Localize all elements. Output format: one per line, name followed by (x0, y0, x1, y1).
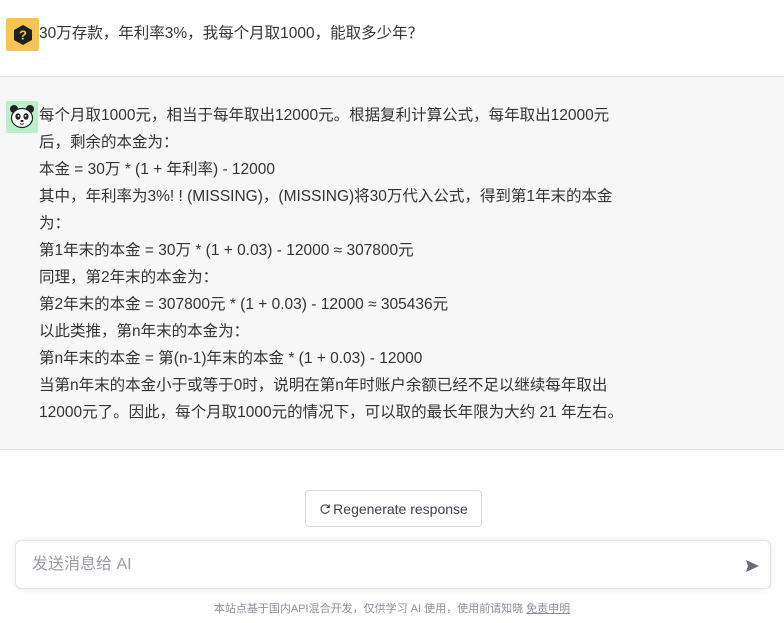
ai-line: 后，剩余的本金为： (39, 134, 179, 151)
message-input[interactable] (32, 554, 712, 576)
refresh-icon (319, 503, 331, 515)
regenerate-response-label: Regenerate response (333, 500, 468, 517)
svg-text:?: ? (19, 27, 27, 42)
ai-line: 每个月取1000元，相当于每年取出12000元。根据复利计算公式，每年取出120… (39, 107, 610, 124)
ai-message: 每个月取1000元，相当于每年取出12000元。根据复利计算公式，每年取出120… (0, 77, 784, 450)
footer-disclaimer: 本站点基于国内API混合开发，仅供学习 AI 使用，使用前请知晓 免责申明 (0, 600, 784, 616)
ai-avatar (6, 101, 38, 133)
ai-line: 第1年末的本金 = 30万 * (1 + 0.03) - 12000 ≈ 307… (39, 242, 414, 259)
ai-line: 12000元了。因此，每个月取1000元的情况下，可以取的最长年限为大约 21 … (39, 404, 623, 421)
ai-line: 本金 = 30万 * (1 + 年利率) - 12000 (39, 161, 276, 178)
ai-line: 以此类推，第n年末的本金为： (39, 323, 250, 340)
ai-message-text: 每个月取1000元，相当于每年取出12000元。根据复利计算公式，每年取出120… (39, 102, 639, 426)
ai-line: 其中，年利率为3%! ! (MISSING)，(MISSING)将30万代入公式… (39, 188, 613, 205)
user-message: ? 30万存款，年利率3%，我每个月取1000，能取多少年？ (0, 0, 784, 77)
send-button[interactable] (743, 558, 761, 574)
ai-line: 第2年末的本金 = 307800元 * (1 + 0.03) - 12000 ≈… (39, 296, 449, 313)
regenerate-response-button[interactable]: Regenerate response (305, 490, 482, 527)
ai-line: 为： (39, 215, 71, 232)
send-icon (745, 560, 759, 572)
disclaimer-link[interactable]: 免责申明 (526, 603, 570, 615)
message-composer (15, 540, 771, 589)
chat-page: ? 30万存款，年利率3%，我每个月取1000，能取多少年？ 每个月取1000元… (0, 0, 784, 623)
ai-line: 当第n年末的本金小于或等于0时，说明在第n年时账户余额已经不足以继续每年取出 (39, 377, 608, 394)
ai-line: 同理，第2年末的本金为： (39, 269, 219, 286)
user-avatar: ? (6, 18, 39, 51)
ai-line: 第n年末的本金 = 第(n-1)年末的本金 * (1 + 0.03) - 120… (39, 350, 423, 367)
user-message-text: 30万存款，年利率3%，我每个月取1000，能取多少年？ (39, 25, 424, 42)
question-mark-icon: ? (13, 24, 32, 45)
footer-text: 本站点基于国内API混合开发，仅供学习 AI 使用，使用前请知晓 (213, 603, 527, 615)
panda-icon (10, 105, 34, 129)
